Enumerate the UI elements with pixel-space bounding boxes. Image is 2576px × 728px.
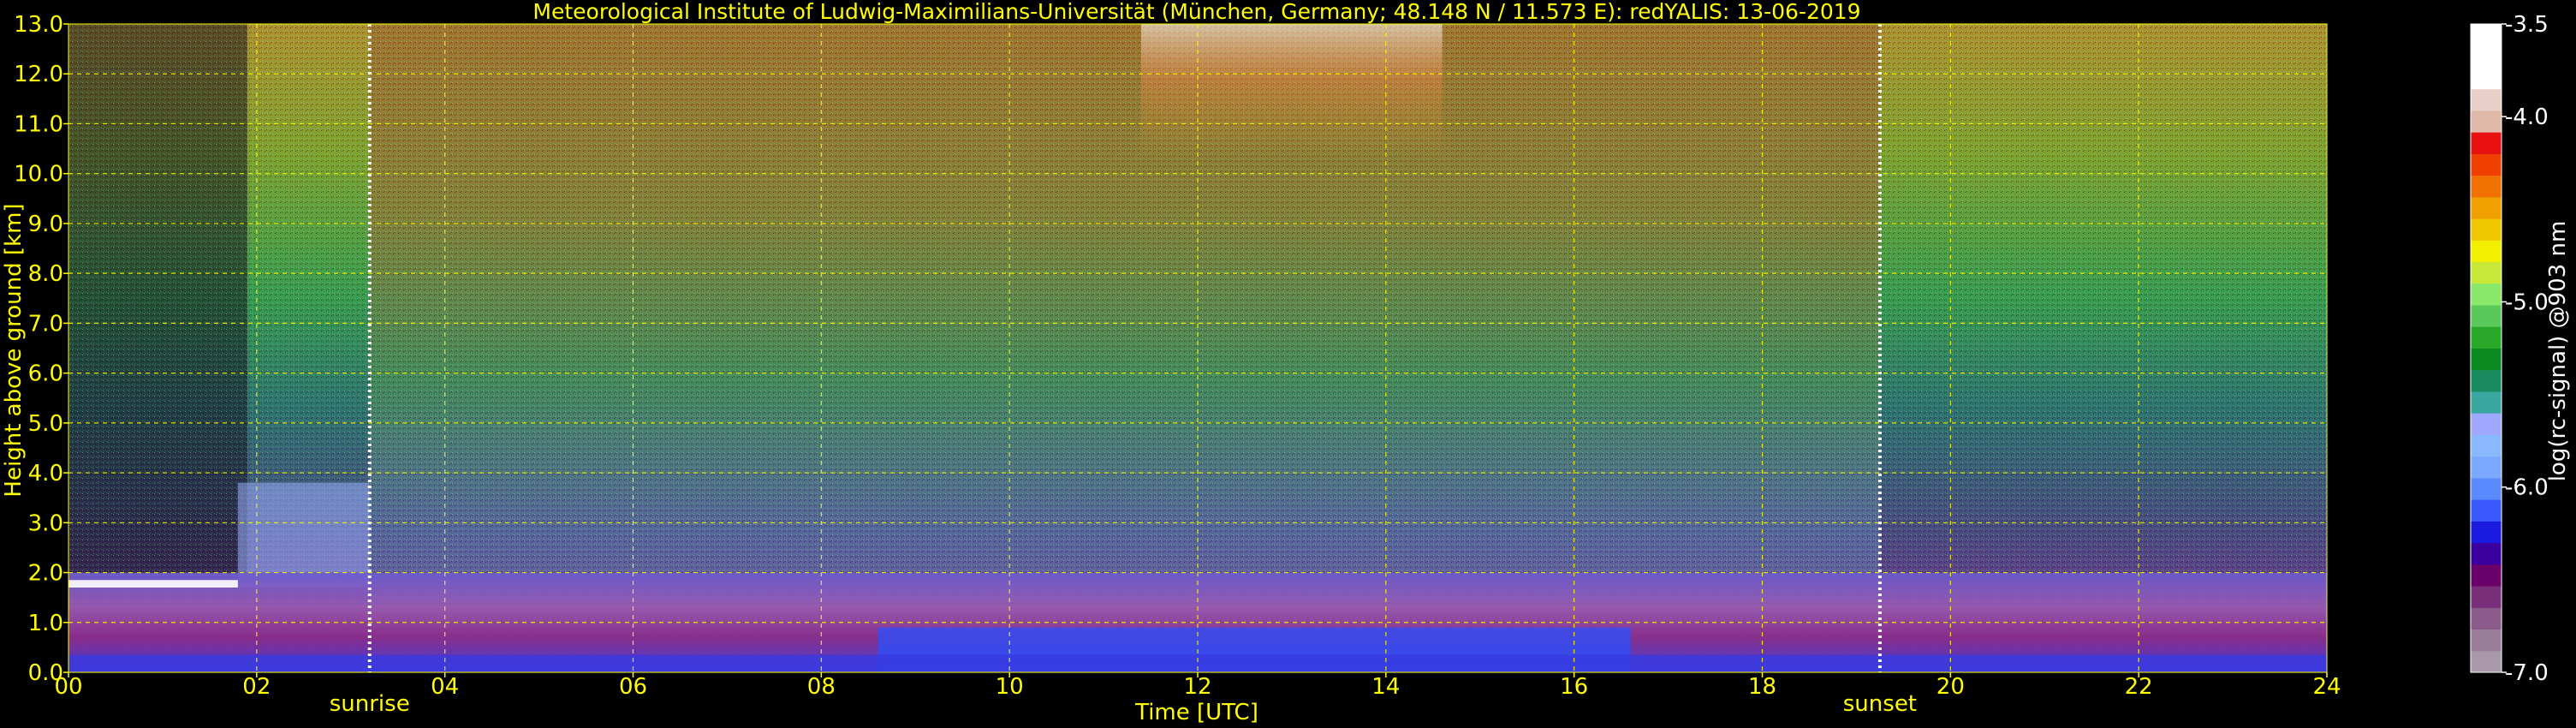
colorbar-segment xyxy=(2471,477,2502,500)
y-tick-label: 4.0 xyxy=(28,461,63,486)
x-tick-label: 02 xyxy=(242,674,271,700)
cloud-layer xyxy=(68,580,238,588)
colorbar-segment xyxy=(2471,542,2502,565)
colorbar-segment xyxy=(2471,110,2502,133)
y-tick-label: 3.0 xyxy=(28,510,63,536)
colorbar-segment xyxy=(2471,283,2502,306)
colorbar-segment xyxy=(2471,153,2502,176)
colorbar-tick-label: -5.0 xyxy=(2505,289,2549,315)
colorbar-segment xyxy=(2471,629,2502,652)
colorbar-segment xyxy=(2471,218,2502,241)
colorbar-segment xyxy=(2471,261,2502,284)
colorbar-segment xyxy=(2471,456,2502,479)
colorbar-tick-label: -7.0 xyxy=(2505,660,2549,686)
x-tick-label: 22 xyxy=(2125,674,2153,700)
colorbar-segment xyxy=(2471,650,2502,673)
colorbar-segment xyxy=(2471,67,2502,90)
y-tick-label: 11.0 xyxy=(14,111,63,137)
x-tick-label: 18 xyxy=(1748,674,1776,700)
colorbar-segment xyxy=(2471,413,2502,435)
y-tick-label: 8.0 xyxy=(28,261,63,287)
x-tick-label: 04 xyxy=(431,674,459,700)
colorbar-segment xyxy=(2471,132,2502,154)
chart-title: Meteorological Institute of Ludwig-Maxim… xyxy=(532,0,1860,24)
colorbar-tick-label: -6.0 xyxy=(2505,475,2549,501)
colorbar-segment xyxy=(2471,175,2502,198)
colorbar-label: log(rc-signal) @903 nm xyxy=(2545,221,2571,482)
colorbar-segment xyxy=(2471,88,2502,111)
colorbar-segment xyxy=(2471,24,2502,46)
colorbar-tick-label: -3.5 xyxy=(2505,12,2549,38)
y-tick-label: 1.0 xyxy=(28,611,63,636)
sun-label: sunrise xyxy=(330,691,410,717)
y-tick-label: 2.0 xyxy=(28,561,63,587)
x-tick-label: 06 xyxy=(619,674,647,700)
colorbar-segment xyxy=(2471,564,2502,587)
x-tick-label: 08 xyxy=(807,674,836,700)
x-tick-label: 12 xyxy=(1183,674,1211,700)
colorbar-tick-label: -4.0 xyxy=(2505,104,2549,130)
y-tick-label: 12.0 xyxy=(14,62,63,87)
colorbar-segment xyxy=(2471,348,2502,371)
colorbar-segment xyxy=(2471,45,2502,68)
x-axis-label: Time [UTC] xyxy=(1134,700,1258,725)
colorbar-segment xyxy=(2471,240,2502,263)
colorbar-segment xyxy=(2471,326,2502,349)
cloud-region xyxy=(237,482,370,588)
colorbar-segment xyxy=(2471,305,2502,327)
colorbar-segment xyxy=(2471,369,2502,392)
y-tick-label: 9.0 xyxy=(28,212,63,237)
colorbar-segment xyxy=(2471,586,2502,608)
sun-label: sunset xyxy=(1843,691,1917,717)
colorbar-segment xyxy=(2471,499,2502,522)
y-tick-label: 5.0 xyxy=(28,411,63,437)
colorbar-segment xyxy=(2471,434,2502,457)
colorbar-segment xyxy=(2471,607,2502,630)
x-tick-label: 10 xyxy=(996,674,1024,700)
x-tick-label: 14 xyxy=(1371,674,1400,700)
colorbar: -3.5 -4.0 -5.0 -6.0 -7.0 xyxy=(2470,12,2549,686)
y-tick-label: 6.0 xyxy=(28,361,63,387)
y-tick-label: 7.0 xyxy=(28,311,63,337)
y-tick-label: 0.0 xyxy=(28,660,63,686)
x-tick-label: 16 xyxy=(1560,674,1588,700)
colorbar-segment xyxy=(2471,196,2502,219)
y-tick-label: 13.0 xyxy=(14,12,63,38)
y-axis-label: Height above ground [km] xyxy=(1,203,27,497)
colorbar-segment xyxy=(2471,391,2502,414)
noise-column xyxy=(1141,24,1443,573)
x-tick-label: 20 xyxy=(1936,674,1965,700)
y-tick-label: 10.0 xyxy=(14,162,63,188)
x-tick-label: 24 xyxy=(2312,674,2341,700)
colorbar-segment xyxy=(2471,521,2502,544)
lidar-chart: sunrise sunset 00 02 04 06 08 10 12 14 16 18 20 22 24… xyxy=(1,0,2571,725)
